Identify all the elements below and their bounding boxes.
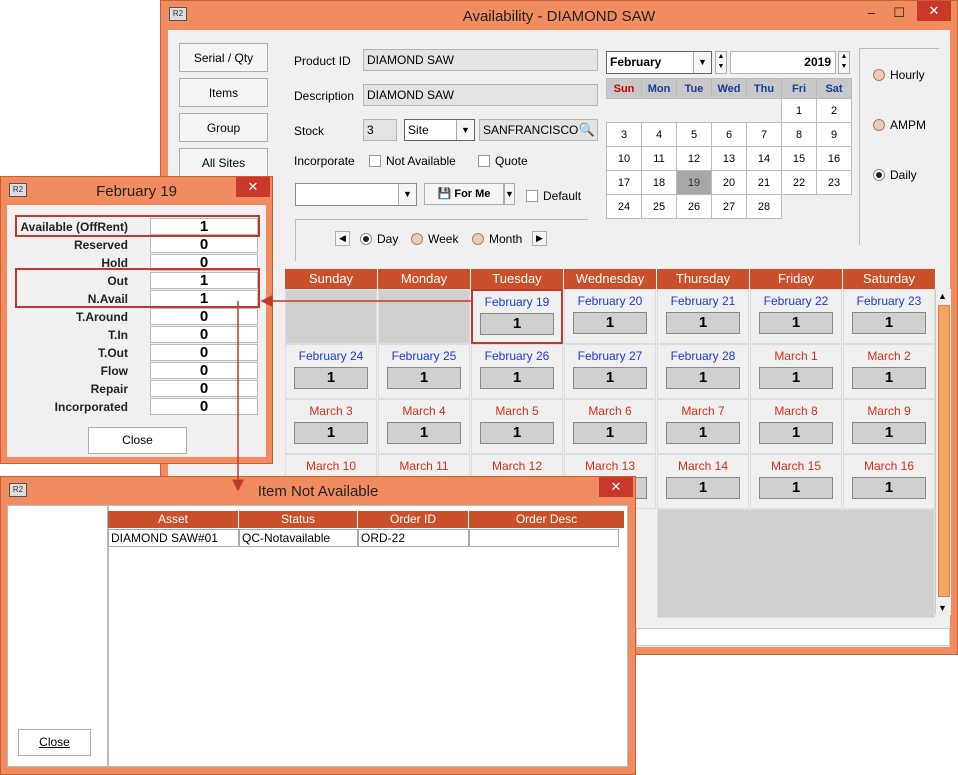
annotation-arrows bbox=[232, 295, 471, 492]
